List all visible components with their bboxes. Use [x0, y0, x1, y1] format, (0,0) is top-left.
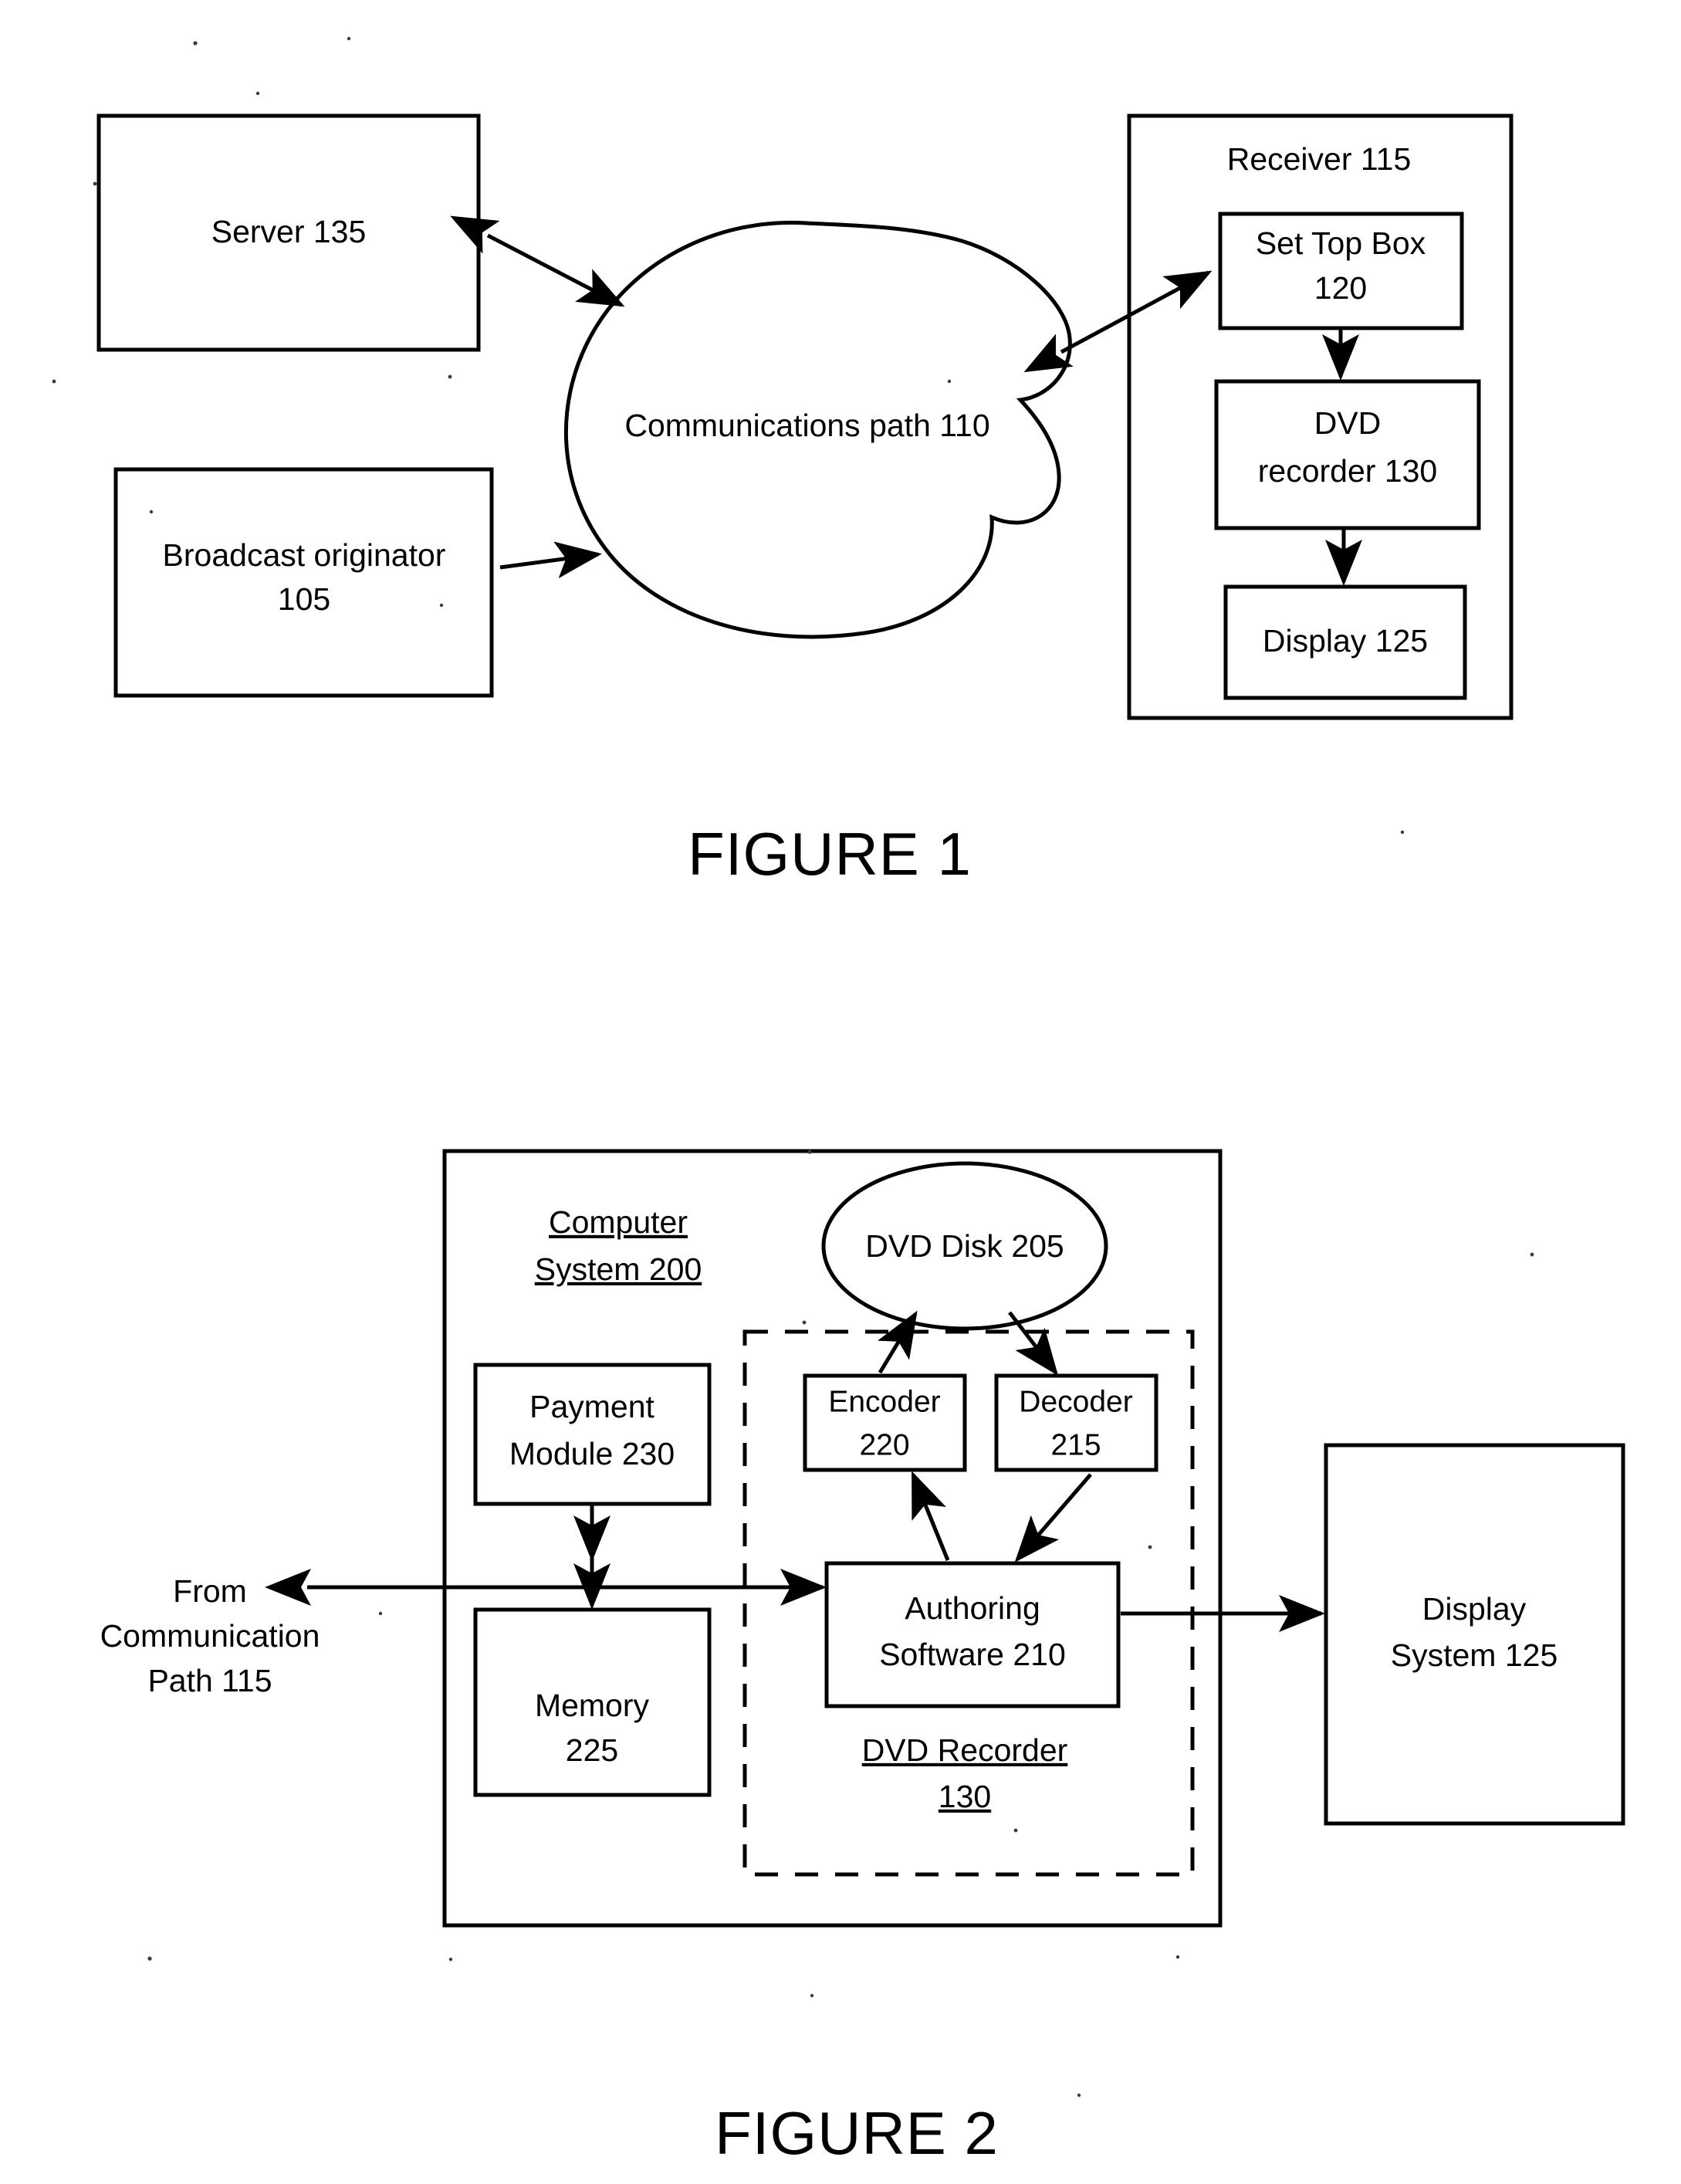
scan-speck: [439, 603, 444, 608]
scan-speck: [52, 379, 56, 384]
figures-canvas: Server 135 Broadcast originator 105 Comm…: [52, 36, 1625, 2167]
broadcast-originator-label-line1: Broadcast originator: [163, 537, 446, 573]
dvd-recorder-label-line2-fig1: recorder 130: [1258, 453, 1437, 489]
connector-encoder-dvddisk: [877, 1310, 918, 1374]
scan-speck: [347, 36, 351, 41]
authoring-software-box: [824, 1561, 1121, 1708]
scan-speck: [1077, 2093, 1081, 2098]
display-system-label-line2: System 125: [1391, 1637, 1558, 1673]
from-communication-path-label-line2: Communication: [100, 1618, 320, 1654]
connector-decoder-authoring: [1014, 1473, 1092, 1563]
from-communication-path-label-line1: From: [173, 1573, 247, 1609]
scan-speck: [193, 41, 198, 46]
payment-module-label-line2: Module 230: [509, 1436, 675, 1471]
display-system-box: [1324, 1443, 1625, 1826]
connector-cloud-settopbox: [1023, 270, 1213, 373]
authoring-software-label-line1: Authoring: [905, 1590, 1040, 1626]
receiver-title: Receiver 115: [1227, 141, 1412, 177]
encoder-label-line1: Encoder: [828, 1385, 940, 1418]
server-label: Server 135: [211, 214, 367, 249]
drawing-sheet: Server 135 Broadcast originator 105 Comm…: [0, 0, 1681, 2184]
computer-system-label-line1: Computer: [549, 1204, 688, 1240]
connector-dvddisk-decoder: [1008, 1311, 1059, 1376]
computer-system-label-line2: System 200: [535, 1251, 702, 1287]
scan-speck: [1400, 830, 1405, 835]
dvd-recorder-label-line1-fig1: DVD: [1314, 405, 1382, 441]
scan-speck: [807, 1150, 812, 1154]
scan-speck: [1013, 1828, 1018, 1833]
decoder-label-line1: Decoder: [1019, 1385, 1132, 1418]
scan-speck: [1148, 1545, 1152, 1549]
set-top-box-label-line1: Set Top Box: [1256, 225, 1426, 261]
communications-path-label: Communications path 110: [624, 408, 989, 443]
scan-speck: [149, 510, 154, 514]
payment-module-box: [473, 1363, 712, 1506]
figure-1-caption: FIGURE 1: [688, 820, 972, 888]
decoder-label-line2: 215: [1050, 1428, 1101, 1461]
scan-speck: [378, 1611, 383, 1616]
scan-speck: [947, 379, 952, 384]
broadcast-originator-label-line2: 105: [278, 581, 330, 617]
set-top-box-label-line2: 120: [1314, 270, 1367, 306]
payment-module-label-line1: Payment: [529, 1389, 654, 1424]
display-system-label-line1: Display: [1422, 1591, 1527, 1627]
scan-speck: [147, 1956, 152, 1961]
authoring-software-label-line2: Software 210: [879, 1637, 1066, 1672]
encoder-label-line2: 220: [859, 1428, 909, 1461]
connector-server-cloud: [450, 215, 625, 307]
scan-speck: [448, 1957, 453, 1962]
dvd-recorder-dashed-label-line1: DVD Recorder: [862, 1732, 1068, 1768]
connector-authoring-encoder: [911, 1471, 950, 1561]
memory-label-line2: 225: [566, 1732, 618, 1768]
scan-speck: [810, 1993, 814, 1998]
memory-label-line1: Memory: [535, 1688, 650, 1723]
figure-2-caption: FIGURE 2: [715, 2099, 999, 2167]
from-communication-path-label-line3: Path 115: [147, 1663, 272, 1698]
scan-speck: [255, 91, 260, 96]
scan-speck: [448, 374, 452, 379]
connector-broadcast-cloud: [499, 541, 602, 579]
scan-speck: [802, 1320, 807, 1325]
display-label-fig1: Display 125: [1263, 623, 1428, 659]
scan-speck: [1175, 1955, 1180, 1959]
scan-speck: [1530, 1252, 1534, 1257]
scan-speck: [93, 181, 97, 186]
dvd-recorder-dashed-label-line2: 130: [939, 1779, 991, 1814]
dvd-disk-label: DVD Disk 205: [865, 1228, 1064, 1264]
